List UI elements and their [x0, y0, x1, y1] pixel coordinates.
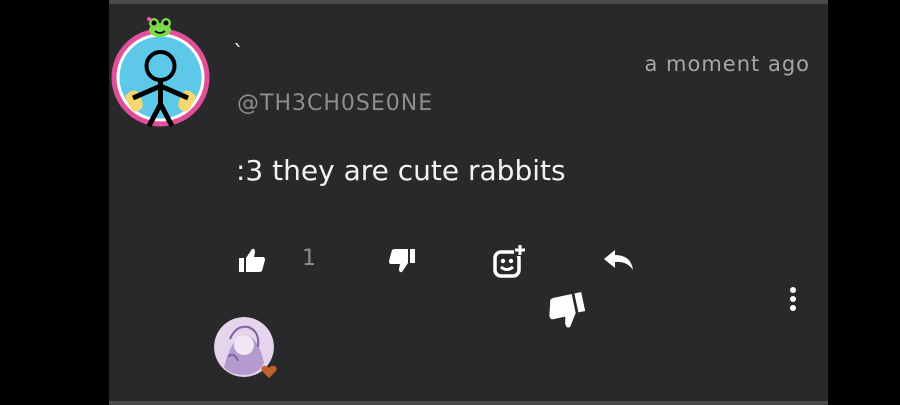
comment-text: :3 they are cute rabbits [236, 154, 566, 187]
heart-icon [261, 364, 277, 378]
more-menu-button[interactable] [786, 286, 800, 312]
like-count: 1 [302, 246, 316, 271]
user-handle[interactable]: @TH3CH0SE0NE [237, 91, 433, 116]
timestamp: a moment ago [644, 52, 810, 76]
stick-figure-avatar-icon [111, 28, 210, 128]
floating-dislike [544, 290, 591, 334]
thumbs-down-icon [389, 249, 415, 273]
comment-card: ` @TH3CH0SE0NE a moment ago :3 they are … [109, 0, 828, 405]
reply-icon [604, 250, 633, 270]
reply-button[interactable] [603, 249, 635, 271]
like-button[interactable] [238, 247, 266, 273]
more-vertical-icon [790, 287, 796, 311]
commenter-avatar[interactable] [109, 26, 212, 129]
frog-icon [147, 16, 173, 38]
add-reaction-button[interactable] [492, 244, 528, 278]
display-name[interactable]: ` [233, 42, 244, 67]
thumbs-down-icon [549, 292, 586, 328]
add-reaction-icon [493, 244, 526, 278]
dislike-button[interactable] [388, 248, 416, 274]
thumbs-up-icon [239, 248, 265, 272]
